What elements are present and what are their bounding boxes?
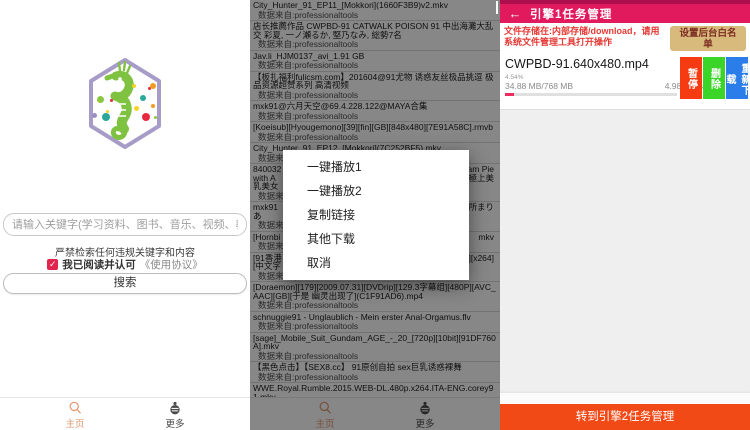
logo-dot <box>97 96 104 103</box>
search-input[interactable] <box>3 213 247 236</box>
agreement-row: ✓ 我已阅读并认可 《使用协议》 <box>0 257 250 272</box>
delete-button[interactable]: 删除 <box>703 57 725 99</box>
footer-spacer <box>500 393 750 404</box>
logo-dot <box>140 95 146 101</box>
logo-dot <box>148 87 151 90</box>
seahorse-logo <box>86 57 164 150</box>
logo-dot <box>102 113 110 121</box>
download-task-card: CWPBD-91.640x480.mp4 4.54% 34.88 MB/768 … <box>500 54 750 110</box>
nav-home[interactable]: 主页 <box>25 398 125 430</box>
agreement-checkbox[interactable]: ✓ <box>47 259 58 270</box>
scrollbar[interactable] <box>496 1 498 14</box>
logo-dot <box>134 106 139 111</box>
bottom-nav: 主页 更多 <box>0 397 250 430</box>
user-agreement-link[interactable]: 《使用协议》 <box>140 257 203 272</box>
logo-dot <box>92 113 97 118</box>
more-icon <box>168 401 182 415</box>
task-buttons: 暂停 删除 重新下载 <box>680 57 748 99</box>
logo-dot <box>110 99 113 102</box>
storage-notice: 文件存储在:内部存储/download，请用系统文件管理工具打开操作 设置后台白… <box>500 23 750 54</box>
app-screen: 严禁检索任何违规关键字和内容 ✓ 我已阅读并认可 《使用协议》 搜索 主页 <box>0 0 750 430</box>
whitelist-button[interactable]: 设置后台白名单 <box>670 26 746 51</box>
logo-dot <box>132 84 136 88</box>
panel-task-manager: ← 引擎1任务管理 文件存储在:内部存储/download，请用系统文件管理工具… <box>500 0 750 430</box>
modal-item[interactable]: 其他下载 <box>283 232 469 246</box>
nav-home-label: 主页 <box>65 416 84 430</box>
modal-item[interactable]: 一键播放2 <box>283 184 469 198</box>
pause-button[interactable]: 暂停 <box>680 57 702 99</box>
modal-item[interactable]: 一键播放1 <box>283 160 469 174</box>
nav-more-label: 更多 <box>165 416 184 430</box>
progress-bar <box>505 93 677 96</box>
logo-dot <box>150 83 156 89</box>
redownload-button[interactable]: 重新下载 <box>726 57 748 99</box>
page-title: 引擎1任务管理 <box>530 6 612 22</box>
app-bar: ← 引擎1任务管理 <box>500 4 750 23</box>
panel-search-results: City_Hunter_91_EP11_[Mokkori](1660F3B9)v… <box>250 0 500 430</box>
agreement-label: 我已阅读并认可 <box>62 257 136 272</box>
back-icon[interactable]: ← <box>500 6 530 21</box>
progress-fill <box>505 93 514 96</box>
modal-item[interactable]: 复制链接 <box>283 208 469 222</box>
logo-dot <box>106 110 109 113</box>
download-size: 34.88 MB/768 MB <box>505 81 573 91</box>
download-filename: CWPBD-91.640x480.mp4 <box>505 57 649 71</box>
modal-item[interactable]: 取消 <box>283 256 469 270</box>
panel-search-home: 严禁检索任何违规关键字和内容 ✓ 我已阅读并认可 《使用协议》 搜索 主页 <box>0 0 250 430</box>
download-percent: 4.54% <box>505 74 523 81</box>
logo-dot <box>151 104 155 108</box>
action-modal: 一键播放1 一键播放2 复制链接其他下载取消 <box>283 150 469 280</box>
goto-engine2-button[interactable]: 转到引擎2任务管理 <box>500 404 750 430</box>
logo-dot <box>142 113 150 121</box>
nav-more[interactable]: 更多 <box>125 398 225 430</box>
logo-dot <box>154 116 157 119</box>
storage-notice-text: 文件存储在:内部存储/download，请用系统文件管理工具打开操作 <box>504 26 664 48</box>
search-home-icon <box>68 401 82 415</box>
search-button[interactable]: 搜索 <box>3 273 247 294</box>
